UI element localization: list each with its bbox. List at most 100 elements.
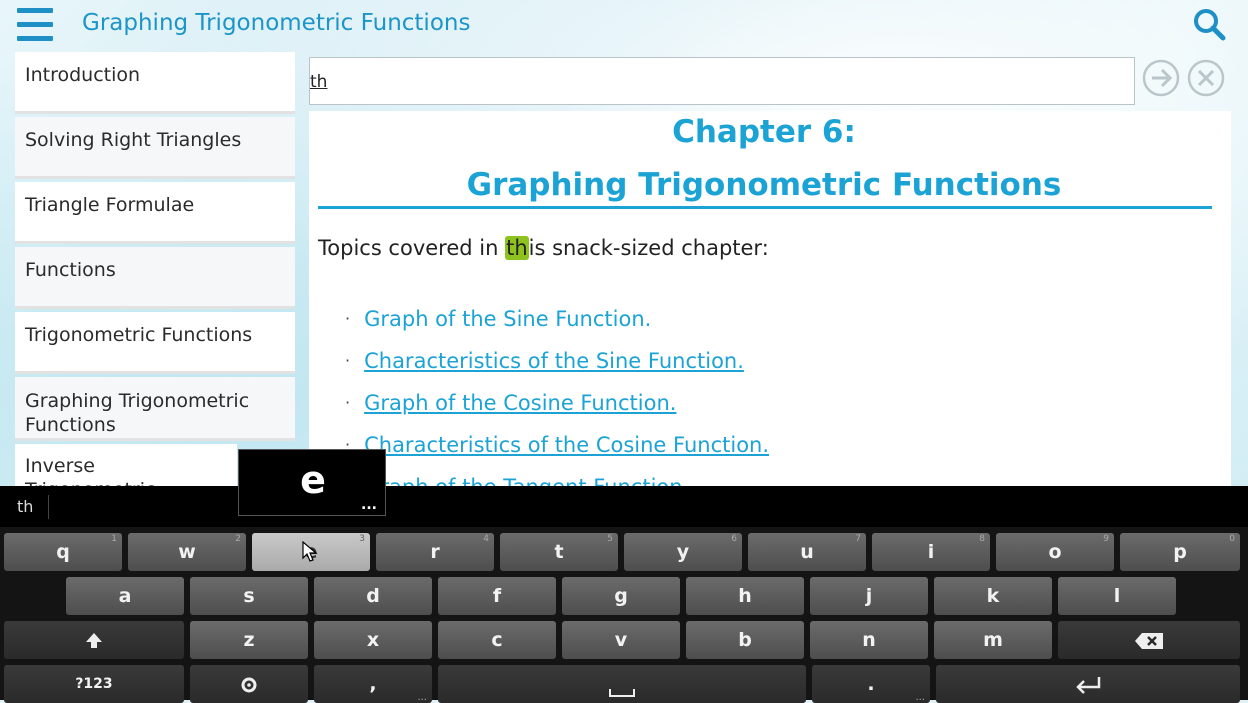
key-g[interactable]: g [562, 577, 680, 615]
key-hint: 2 [235, 534, 241, 544]
sidebar-item-label: Introduction [25, 64, 141, 86]
key-hint: ... [417, 692, 427, 703]
sidebar-item-functions[interactable]: Functions [15, 247, 295, 309]
chapter-content: Chapter 6: Graphing Trigonometric Functi… [309, 111, 1231, 486]
topic-link-sine-graph[interactable]: Graph of the Sine Function. [364, 307, 651, 331]
symbols-key[interactable]: ?123 [4, 665, 184, 703]
key-t[interactable]: t5 [500, 533, 618, 571]
suggestion-word[interactable]: th [17, 497, 33, 516]
key-b[interactable]: b [686, 621, 804, 659]
key-x[interactable]: x [314, 621, 432, 659]
key-w[interactable]: w2 [128, 533, 246, 571]
key-h[interactable]: h [686, 577, 804, 615]
topic-link-cosine-graph[interactable]: Graph of the Cosine Function. [364, 391, 676, 415]
sidebar-item-label: Triangle Formulae [25, 194, 195, 216]
key-label: q [56, 541, 70, 563]
arrow-right-icon [1142, 59, 1180, 97]
bullet: · [345, 393, 351, 412]
key-m[interactable]: m [934, 621, 1052, 659]
key-j[interactable]: j [810, 577, 928, 615]
settings-key[interactable] [190, 665, 308, 703]
key-hint: 1 [111, 534, 117, 544]
key-preview-char: e [300, 458, 326, 502]
key-p[interactable]: p0 [1120, 533, 1240, 571]
key-label: , [369, 673, 377, 695]
key-label: r [430, 541, 440, 563]
key-o[interactable]: o9 [996, 533, 1114, 571]
backspace-key[interactable] [1058, 621, 1240, 659]
enter-key[interactable] [936, 665, 1240, 703]
key-n[interactable]: n [810, 621, 928, 659]
find-close-button[interactable] [1187, 59, 1225, 97]
key-hint: 0 [1229, 534, 1235, 544]
gear-icon [241, 677, 257, 692]
sidebar-item-triangle-formulae[interactable]: Triangle Formulae [15, 182, 295, 244]
period-key[interactable]: .... [812, 665, 930, 703]
topic-item: · Graph of the Cosine Function. [345, 391, 676, 415]
shift-icon [86, 632, 102, 648]
key-k[interactable]: k [934, 577, 1052, 615]
key-hint: 9 [1103, 534, 1109, 544]
sidebar-item-label: Solving Right Triangles [25, 129, 242, 151]
key-i[interactable]: i8 [872, 533, 990, 571]
key-label: p [1173, 541, 1187, 563]
topic-item: · Graph of the Sine Function. [345, 307, 651, 331]
key-s[interactable]: s [190, 577, 308, 615]
sidebar-toc: Introduction Solving Right Triangles Tri… [15, 52, 295, 486]
key-hint: 4 [483, 534, 489, 544]
key-q[interactable]: q1 [4, 533, 122, 571]
sidebar-item-trigonometric-functions[interactable]: Trigonometric Functions [15, 312, 295, 374]
bullet: · [345, 309, 351, 328]
key-a[interactable]: a [66, 577, 184, 615]
key-hint: 6 [731, 534, 737, 544]
sidebar-item-label: Trigonometric Functions [25, 324, 253, 346]
key-label: y [676, 541, 690, 563]
menu-icon[interactable] [17, 8, 53, 42]
search-icon[interactable] [1192, 7, 1226, 41]
find-next-button[interactable] [1142, 59, 1180, 97]
key-r[interactable]: r4 [376, 533, 494, 571]
sidebar-item-inverse-trigonometric-functions[interactable]: Inverse Trigonometric Functions [15, 444, 237, 486]
sidebar-item-graphing-trigonometric-functions[interactable]: Graphing Trigonometric Functions [15, 377, 295, 441]
mouse-cursor-icon [302, 540, 318, 563]
backspace-icon [1135, 632, 1163, 649]
key-hint: 3 [359, 534, 365, 544]
key-label: u [800, 541, 814, 563]
chapter-divider [318, 206, 1212, 209]
soft-keyboard: q1 w2 e3 r4 t5 y6 u7 i8 o9 p0 a s d f g … [0, 527, 1248, 703]
page-title: Graphing Trigonometric Functions [82, 10, 471, 36]
chapter-number: Chapter 6: [672, 114, 856, 150]
shift-key[interactable] [4, 621, 184, 659]
chapter-title: Graphing Trigonometric Functions [466, 167, 1062, 203]
key-hint: 5 [607, 534, 613, 544]
space-icon [609, 688, 635, 697]
key-v[interactable]: v [562, 621, 680, 659]
sidebar-item-label: Functions [25, 259, 116, 281]
key-hint: ... [915, 692, 925, 703]
topic-link-tangent-graph[interactable]: Graph of the Tangent Function. [364, 475, 689, 486]
topic-link-sine-characteristics[interactable]: Characteristics of the Sine Function. [364, 349, 744, 373]
topic-item: · Characteristics of the Cosine Function. [345, 433, 769, 457]
topic-link-cosine-characteristics[interactable]: Characteristics of the Cosine Function. [364, 433, 769, 457]
find-input[interactable]: th [309, 57, 1135, 105]
key-f[interactable]: f [438, 577, 556, 615]
suggestion-strip: th [0, 486, 1248, 527]
key-z[interactable]: z [190, 621, 308, 659]
sidebar-item-solving-right-triangles[interactable]: Solving Right Triangles [15, 117, 295, 179]
key-d[interactable]: d [314, 577, 432, 615]
key-u[interactable]: u7 [748, 533, 866, 571]
sidebar-item-introduction[interactable]: Introduction [15, 52, 295, 114]
key-l[interactable]: l [1058, 577, 1176, 615]
key-y[interactable]: y6 [624, 533, 742, 571]
intro-text-start: Topics covered in [318, 236, 506, 260]
space-key[interactable] [438, 665, 806, 703]
bullet: · [345, 351, 351, 370]
comma-key[interactable]: ,... [314, 665, 432, 703]
key-label: t [554, 541, 564, 563]
key-label: w [178, 541, 196, 563]
key-preview-more[interactable]: ... [361, 497, 377, 513]
intro-text: Topics covered in this snack-sized chapt… [318, 236, 769, 260]
topic-item: · Characteristics of the Sine Function. [345, 349, 744, 373]
key-c[interactable]: c [438, 621, 556, 659]
key-hint: 7 [855, 534, 861, 544]
